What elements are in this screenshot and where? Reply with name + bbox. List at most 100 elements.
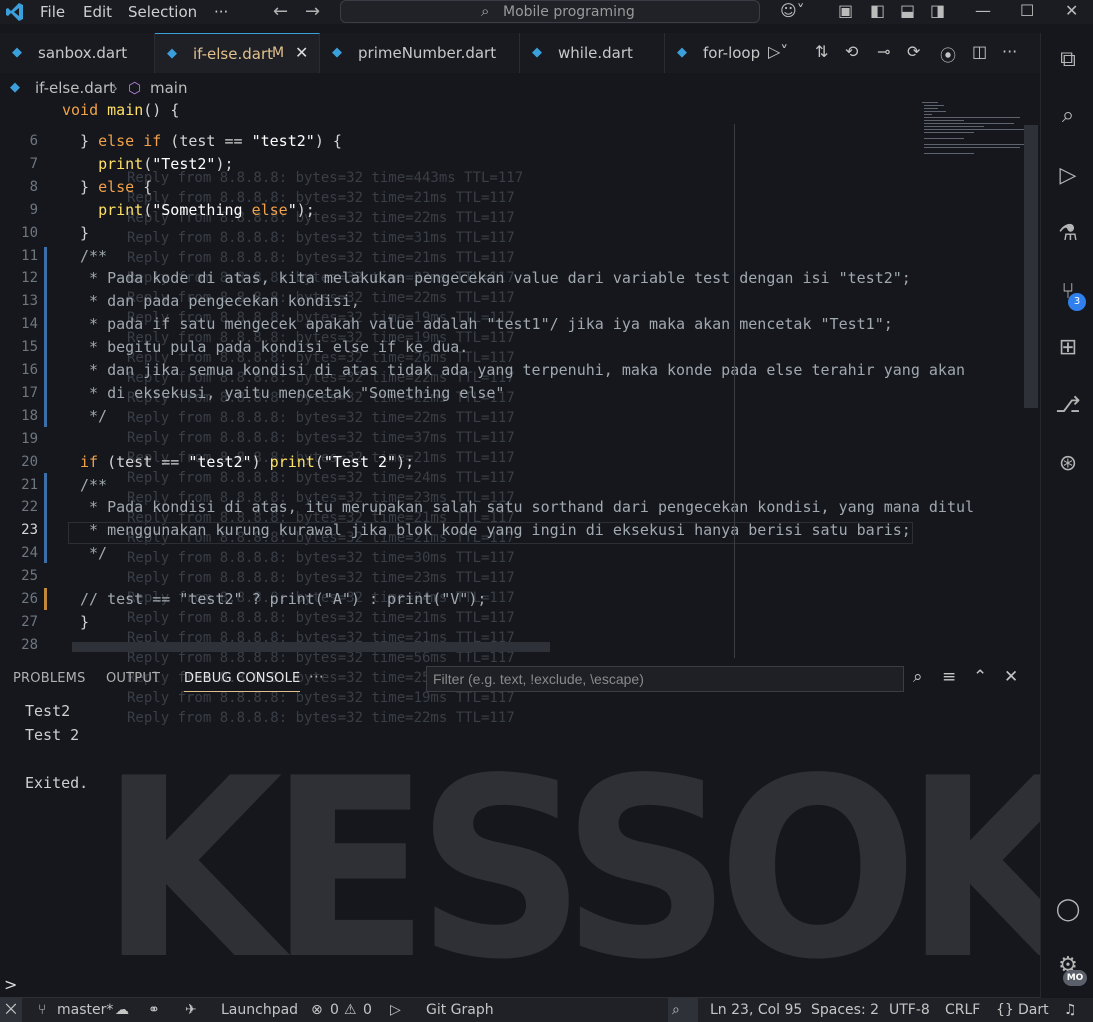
- go-back-change-icon[interactable]: ⟲: [845, 42, 858, 61]
- back-arrow-icon[interactable]: ←: [273, 1, 288, 22]
- tab-debug-console[interactable]: DEBUG CONSOLE: [184, 671, 301, 692]
- filter-input[interactable]: [427, 667, 903, 691]
- more-actions-icon[interactable]: ···: [1002, 42, 1017, 61]
- sync-icon[interactable]: ☁: [115, 1002, 129, 1018]
- accounts-icon[interactable]: ◯: [1053, 895, 1083, 925]
- title-bar: File Edit Selection ··· ← → ⌕ Mobile pro…: [0, 0, 1093, 24]
- menu-more[interactable]: ···: [214, 3, 228, 21]
- line-number: 23: [21, 522, 38, 539]
- breadcrumb-symbol[interactable]: main: [150, 79, 187, 97]
- status-warnings[interactable]: 0: [363, 1002, 372, 1018]
- minimap[interactable]: [918, 100, 1028, 160]
- code-line[interactable]: * dan pada pengecekan kondisi,: [80, 292, 360, 310]
- menu-selection[interactable]: Selection: [128, 3, 197, 21]
- code-line[interactable]: * di eksekusi, yaitu mencetak "Something…: [80, 384, 504, 402]
- code-line[interactable]: * Pada kode di atas, kita melakukan peng…: [80, 269, 911, 287]
- status-indentation[interactable]: Spaces: 2: [811, 1002, 879, 1018]
- tab-while[interactable]: ◆ while.dart: [520, 33, 665, 73]
- debug-icon[interactable]: ▷: [390, 1002, 401, 1018]
- source-control-compare-icon[interactable]: ⇅: [815, 42, 828, 61]
- notifications-bell-icon[interactable]: ♫: [1064, 1002, 1077, 1018]
- panel-more-icon[interactable]: ···: [309, 668, 324, 686]
- next-change-icon[interactable]: ⟳: [907, 42, 920, 61]
- zoom-icon[interactable]: ⌕: [672, 1002, 680, 1018]
- git-lens-icon[interactable]: ⦿: [940, 42, 956, 66]
- code-line[interactable]: */: [80, 407, 107, 425]
- status-language[interactable]: Dart: [1018, 1002, 1049, 1018]
- gitlens-icon[interactable]: ⊛: [1053, 449, 1083, 479]
- testing-flask-icon[interactable]: ⚗: [1053, 219, 1083, 249]
- command-center-label: Mobile programing: [503, 4, 635, 20]
- remote-indicator-icon[interactable]: ⨉: [0, 998, 22, 1022]
- code-line[interactable]: if (test == "test2") print("Test 2");: [80, 453, 414, 471]
- tab-problems[interactable]: PROBLEMS: [13, 671, 86, 686]
- commit-icon[interactable]: ⊸: [877, 42, 890, 61]
- status-git-graph[interactable]: Git Graph: [426, 1002, 494, 1018]
- code-line[interactable]: * menggunakan kurung kurawal jika blok k…: [80, 521, 911, 539]
- close-panel-icon[interactable]: ✕: [1004, 667, 1018, 687]
- code-line[interactable]: /**: [80, 247, 107, 265]
- tab-primenumber[interactable]: ◆ primeNumber.dart: [320, 33, 520, 73]
- ghost-terminal-line: Reply from 8.8.8.8: bytes=32 time=37ms T…: [127, 430, 515, 446]
- command-center-search[interactable]: ⌕ Mobile programing: [340, 0, 760, 23]
- run-debug-icon[interactable]: ▷˅: [768, 42, 788, 61]
- bottom-panel: PROBLEMS OUTPUT DEBUG CONSOLE ··· ⌕ ≡ ⌃ …: [0, 658, 1040, 998]
- code-line[interactable]: * begitu pula pada kondisi else if ke du…: [80, 338, 468, 356]
- maximize-window-icon[interactable]: ☐: [1020, 1, 1034, 20]
- status-branch[interactable]: master*: [57, 1002, 113, 1018]
- status-encoding[interactable]: UTF-8: [889, 1002, 930, 1018]
- split-editor-icon[interactable]: ◫: [972, 42, 987, 61]
- tab-if-else[interactable]: ◆ if-else.dart M ✕: [155, 33, 320, 73]
- code-line[interactable]: } else if (test == "test2") {: [80, 132, 342, 150]
- close-window-icon[interactable]: ✕: [1065, 1, 1078, 20]
- git-graph-icon[interactable]: ⎇: [1053, 391, 1083, 421]
- clear-console-icon[interactable]: ≡: [942, 667, 956, 687]
- code-line[interactable]: print("Something else");: [80, 201, 315, 219]
- customize-layout-icon[interactable]: ▣: [838, 1, 853, 20]
- line-number: 13: [21, 293, 38, 310]
- git-compare-icon[interactable]: ⚭: [148, 1002, 160, 1018]
- status-cursor-position[interactable]: Ln 23, Col 95: [710, 1002, 802, 1018]
- forward-arrow-icon[interactable]: →: [305, 1, 320, 22]
- toggle-secondary-sidebar-icon[interactable]: ◨: [930, 1, 945, 20]
- close-tab-icon[interactable]: ✕: [295, 43, 308, 62]
- code-line[interactable]: * Pada kondisi di atas, itu merupakan sa…: [80, 498, 974, 516]
- code-line[interactable]: }: [80, 613, 89, 631]
- tab-for-loop[interactable]: ◆ for-loop: [665, 33, 765, 73]
- explorer-icon[interactable]: ⧉: [1053, 45, 1083, 75]
- breadcrumb-file[interactable]: if-else.dart: [35, 79, 115, 97]
- toggle-panel-icon[interactable]: ⬓: [900, 1, 915, 20]
- minimize-window-icon[interactable]: —: [975, 1, 991, 20]
- code-line[interactable]: * dan jika semua kondisi di atas tidak a…: [80, 361, 965, 379]
- tab-output[interactable]: OUTPUT: [106, 671, 160, 686]
- status-eol[interactable]: CRLF: [945, 1002, 980, 1018]
- code-line[interactable]: } else {: [80, 178, 152, 196]
- toggle-sidebar-icon[interactable]: ◧: [870, 1, 885, 20]
- debug-console-filter[interactable]: [426, 666, 904, 692]
- status-launchpad[interactable]: Launchpad: [221, 1002, 298, 1018]
- copilot-icon[interactable]: ☺˅: [780, 1, 805, 20]
- editor-scrollbar[interactable]: [1024, 125, 1038, 408]
- console-prompt[interactable]: >: [4, 975, 17, 994]
- horizontal-scrollbar[interactable]: [72, 642, 550, 652]
- code-line[interactable]: /**: [80, 476, 107, 494]
- menu-edit[interactable]: Edit: [83, 3, 112, 21]
- line-number: 14: [21, 316, 38, 333]
- search-icon[interactable]: ⌕: [1053, 101, 1083, 131]
- branch-icon: ⑂: [38, 1002, 47, 1018]
- code-line[interactable]: * pada if satu mengecek apakah value ada…: [80, 315, 893, 333]
- code-line-5[interactable]: void main() {: [62, 101, 179, 119]
- chevron-right-icon: ›: [112, 79, 118, 97]
- code-line[interactable]: // test == "test2" ? print("A") : print(…: [80, 590, 486, 608]
- code-line[interactable]: }: [80, 224, 89, 242]
- run-debug-icon[interactable]: ▷: [1053, 161, 1083, 191]
- maximize-panel-icon[interactable]: ⌃: [973, 667, 987, 687]
- search-icon[interactable]: ⌕: [913, 667, 923, 687]
- menu-file[interactable]: File: [40, 3, 65, 21]
- extensions-icon[interactable]: ⊞: [1053, 333, 1083, 363]
- tab-sanbox[interactable]: ◆ sanbox.dart: [0, 33, 155, 73]
- code-line[interactable]: print("Test2");: [80, 155, 233, 173]
- code-line[interactable]: */: [80, 544, 107, 562]
- status-errors[interactable]: 0: [330, 1002, 339, 1018]
- line-number: 20: [21, 453, 38, 470]
